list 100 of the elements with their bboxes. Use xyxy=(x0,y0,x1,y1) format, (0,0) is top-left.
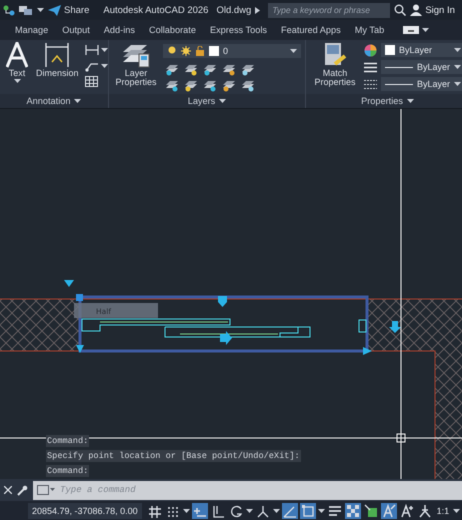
caret-icon[interactable] xyxy=(454,48,461,52)
caret-icon[interactable] xyxy=(219,98,226,104)
caret-icon[interactable] xyxy=(74,98,82,104)
close-icon[interactable] xyxy=(4,486,12,494)
layer-properties-button[interactable]: Layer Properties xyxy=(113,42,159,88)
table-icon[interactable] xyxy=(84,76,98,87)
linetype-dropdown[interactable]: ByLayer xyxy=(381,60,462,74)
share-button[interactable]: Share xyxy=(48,4,90,16)
status-toggle[interactable] xyxy=(398,503,415,519)
caret-icon[interactable] xyxy=(422,28,430,32)
paper-plane-icon xyxy=(48,4,61,16)
grip-arrow[interactable] xyxy=(363,347,372,355)
layer-tool-icon[interactable] xyxy=(184,79,198,92)
layer-tool-icon[interactable] xyxy=(203,79,217,92)
toggle-icon xyxy=(328,504,342,518)
ribbon-tab[interactable]: Output xyxy=(55,23,97,37)
layer-tool-icon[interactable] xyxy=(165,63,179,76)
toggle-icon xyxy=(364,504,378,518)
grip-arrow[interactable] xyxy=(389,321,401,333)
lightbulb-icon xyxy=(167,46,177,56)
ribbon-tab[interactable]: Express Tools xyxy=(202,23,274,37)
caret-icon[interactable] xyxy=(454,82,461,86)
caret-icon[interactable] xyxy=(453,508,460,514)
coordinates-readout: 20854.79, -37086.78, 0.00 xyxy=(28,503,142,519)
toggle-icon xyxy=(418,504,432,518)
caret-icon[interactable] xyxy=(290,48,297,54)
caret-icon[interactable] xyxy=(100,48,108,52)
status-toggle[interactable] xyxy=(380,503,397,519)
grip-arrow[interactable] xyxy=(218,296,227,307)
app-title: Autodesk AutoCAD 2026 xyxy=(103,4,208,16)
match-properties-icon xyxy=(323,42,347,68)
status-toggle[interactable] xyxy=(146,503,163,519)
caret-icon[interactable] xyxy=(14,79,20,84)
panel-toggle-icon[interactable] xyxy=(403,26,420,34)
grip-arrow[interactable] xyxy=(64,280,74,287)
layer-tool-icon[interactable] xyxy=(184,63,198,76)
sign-in-button[interactable]: Sign In xyxy=(410,4,455,16)
status-toggle[interactable] xyxy=(282,503,298,519)
status-toggle[interactable] xyxy=(300,503,316,519)
expand-icon[interactable] xyxy=(255,6,260,14)
annotation-scale[interactable]: 1:1 xyxy=(434,506,452,516)
layer-tool-icon[interactable] xyxy=(241,79,255,92)
caret-icon[interactable] xyxy=(272,508,280,514)
ribbon-tab[interactable]: Featured Apps xyxy=(274,23,348,37)
toggle-icon xyxy=(166,504,180,518)
layer-tool-icon[interactable] xyxy=(241,63,255,76)
toggle-icon xyxy=(282,504,297,518)
panel-title[interactable]: Layers xyxy=(188,96,216,106)
linear-dimension-icon[interactable] xyxy=(84,44,99,56)
sun-icon xyxy=(181,46,191,56)
caret-icon[interactable] xyxy=(454,64,461,70)
dimension-button[interactable]: Dimension xyxy=(34,42,81,78)
grip-arrow[interactable] xyxy=(76,345,84,353)
text-button[interactable]: Text xyxy=(4,42,30,84)
ribbon-tab[interactable]: Add-ins xyxy=(96,23,142,37)
status-toggle[interactable] xyxy=(344,503,361,519)
caret-icon[interactable] xyxy=(318,508,325,514)
lineweight-dropdown[interactable]: ByLayer xyxy=(381,77,462,91)
caret-icon[interactable] xyxy=(246,508,253,514)
caret-icon[interactable] xyxy=(182,508,190,514)
grip-icon[interactable] xyxy=(76,294,83,301)
search-icon[interactable] xyxy=(394,4,406,16)
toggle-icon xyxy=(256,504,270,518)
toggle-icon xyxy=(300,504,315,518)
file-name: Old.dwg xyxy=(216,4,252,16)
layer-tool-icon[interactable] xyxy=(165,79,179,92)
lock-icon xyxy=(195,46,205,56)
search-field[interactable]: Type a keyword or phrase xyxy=(268,2,390,18)
match-properties-button[interactable]: Match Properties xyxy=(310,42,360,88)
ribbon-tab[interactable]: Collaborate xyxy=(142,23,203,37)
layers-icon xyxy=(121,42,151,68)
status-toggle[interactable] xyxy=(192,503,208,519)
lineweight-icon[interactable] xyxy=(364,78,377,90)
windows-icon[interactable] xyxy=(19,4,33,16)
status-toggle[interactable] xyxy=(326,503,343,519)
layer-tool-icon[interactable] xyxy=(222,79,236,92)
color-dropdown[interactable]: ByLayer xyxy=(381,43,462,57)
layer-tool-icon[interactable] xyxy=(203,63,217,76)
linetype-icon[interactable] xyxy=(364,62,377,72)
caret-icon[interactable] xyxy=(100,64,108,68)
status-toggle[interactable] xyxy=(416,503,433,519)
line-sample-icon xyxy=(385,66,413,68)
grip-arrow[interactable] xyxy=(220,331,232,345)
toggle-icon xyxy=(400,504,414,518)
layer-tool-icon[interactable] xyxy=(222,63,236,76)
grip-icon[interactable] xyxy=(358,320,366,332)
panel-title[interactable]: Properties xyxy=(361,96,403,106)
wrench-icon[interactable] xyxy=(17,484,28,496)
toggle-icon xyxy=(228,504,243,518)
color-wheel-icon[interactable] xyxy=(364,44,377,56)
caret-icon[interactable] xyxy=(37,8,44,12)
console-icon[interactable] xyxy=(37,485,55,495)
status-toggle[interactable] xyxy=(362,503,379,519)
toggle-icon xyxy=(346,504,360,518)
command-field[interactable]: Type a command xyxy=(33,480,462,500)
caret-icon[interactable] xyxy=(406,98,414,104)
ribbon-tab[interactable]: My Tab xyxy=(348,23,392,37)
toggle-icon xyxy=(382,504,396,518)
layer-dropdown[interactable]: 0 xyxy=(163,44,301,58)
ribbon-tab[interactable]: Manage xyxy=(8,23,56,37)
